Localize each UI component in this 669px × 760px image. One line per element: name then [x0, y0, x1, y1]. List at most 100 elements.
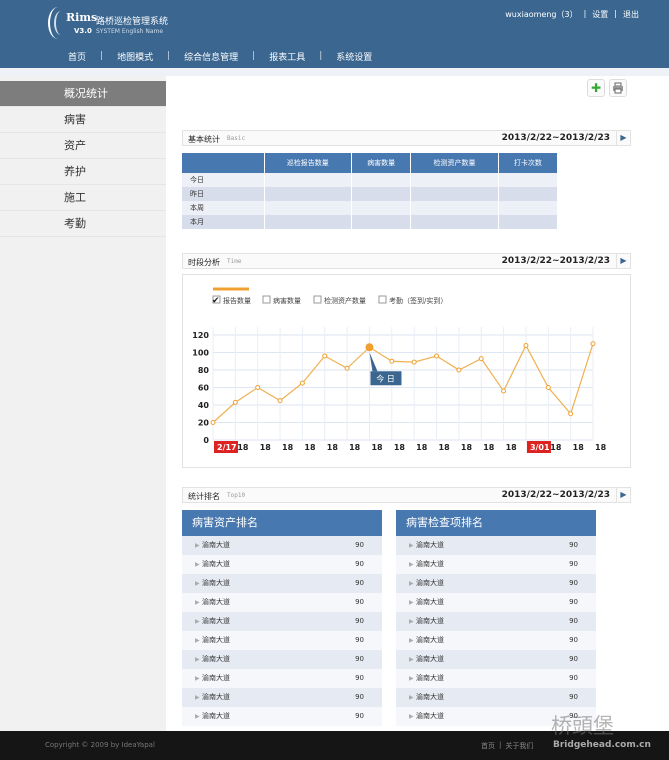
rank-value: 90 — [355, 674, 364, 682]
rank-row[interactable]: ▶ 渝南大道 90 — [182, 593, 382, 612]
x-tick-label: 18 — [550, 443, 562, 452]
rank-row[interactable]: ▶ 渝南大道 90 — [396, 593, 596, 612]
y-tick-label: 80 — [198, 366, 210, 375]
row-arrow-icon: ▶ — [409, 618, 414, 625]
data-point — [389, 358, 395, 364]
rank-row[interactable]: ▶ 渝南大道 90 — [182, 650, 382, 669]
copyright: Copyright © 2009 by IdeaYapal — [45, 741, 155, 749]
settings-link[interactable]: 设置 — [592, 9, 608, 20]
rank-value: 90 — [569, 617, 578, 625]
rank-row[interactable]: ▶ 渝南大道 90 — [182, 688, 382, 707]
rank-row[interactable]: ▶ 渝南大道 90 — [396, 536, 596, 555]
legend-checkbox — [262, 295, 271, 304]
row-arrow-icon: ▶ — [195, 599, 200, 606]
legend-label: 检测资产数量 — [324, 296, 366, 305]
data-point — [277, 398, 283, 404]
x-tick-label: 3/01 — [530, 443, 550, 452]
x-tick-label: 18 — [371, 443, 383, 452]
rank-title: 病害资产排名 — [182, 510, 382, 536]
system-subtitle: SYSTEM English Name — [96, 28, 164, 35]
footer-link-about[interactable]: 关于我们 — [505, 741, 533, 751]
table-header: 打卡次数 — [498, 153, 559, 173]
data-point — [523, 343, 529, 348]
sidebar-item-assets[interactable]: 资产 — [0, 133, 166, 159]
watermark-url: Bridgehead.com.cn — [553, 740, 651, 750]
table-row: 今日 — [182, 173, 559, 187]
table-row: 本周 — [182, 201, 559, 215]
print-icon[interactable] — [609, 79, 627, 97]
watermark-logo: 桥頭堡 — [551, 714, 614, 738]
table-header: 检测资产数量 — [410, 153, 499, 173]
rank-name: 渝南大道 — [416, 560, 444, 568]
data-point — [365, 343, 374, 352]
row-label: 本月 — [182, 215, 265, 229]
nav-info[interactable]: 综合信息管理 — [170, 50, 252, 63]
sidebar-item-overview[interactable]: 概况统计 — [0, 81, 166, 107]
sidebar-item-disease[interactable]: 病害 — [0, 107, 166, 133]
add-icon[interactable]: ✚ — [587, 79, 605, 97]
logout-link[interactable]: 退出 — [623, 9, 639, 20]
rank-row[interactable]: ▶ 渝南大道 90 — [182, 574, 382, 593]
line-chart: ✔ 报告数量 病害数量 检测资产数量 考勤（签到/实到） 0 20 40 60 80 100 120 今… — [192, 287, 607, 453]
x-tick-label: 18 — [394, 443, 406, 452]
rank-value: 90 — [355, 617, 364, 625]
rank-value: 90 — [569, 598, 578, 606]
rank-row[interactable]: ▶ 渝南大道 90 — [396, 574, 596, 593]
rank-value: 90 — [569, 655, 578, 663]
sidebar-item-maintenance[interactable]: 养护 — [0, 159, 166, 185]
sidebar-item-construction[interactable]: 施工 — [0, 185, 166, 211]
data-point — [299, 380, 305, 386]
rank-name: 渝南大道 — [202, 598, 230, 606]
data-point — [590, 341, 596, 347]
section-subtitle: Top10 — [227, 492, 246, 499]
rank-value: 90 — [569, 636, 578, 644]
rank-row[interactable]: ▶ 渝南大道 90 — [396, 650, 596, 669]
rank-row[interactable]: ▶ 渝南大道 90 — [396, 555, 596, 574]
row-arrow-icon: ▶ — [409, 542, 414, 549]
x-tick-label: 18 — [260, 443, 272, 452]
rank-row[interactable]: ▶ 渝南大道 90 — [182, 612, 382, 631]
x-tick-label: 18 — [439, 443, 451, 452]
rank-row[interactable]: ▶ 渝南大道 90 — [396, 669, 596, 688]
row-arrow-icon: ▶ — [409, 675, 414, 682]
rank-row[interactable]: ▶ 渝南大道 90 — [396, 688, 596, 707]
rank-name: 渝南大道 — [202, 693, 230, 701]
time-analysis-header: 时段分析 Time 2013/2/22~2013/2/23 ▶ — [182, 253, 631, 269]
data-point — [568, 411, 574, 417]
row-arrow-icon: ▶ — [195, 561, 200, 568]
nav-reports[interactable]: 报表工具 — [255, 50, 319, 63]
row-arrow-icon: ▶ — [409, 599, 414, 606]
rank-name: 渝南大道 — [202, 541, 230, 549]
nav-map[interactable]: 地图模式 — [103, 50, 167, 63]
user-name[interactable]: wuxiaomeng（3） — [505, 9, 577, 20]
rank-name: 渝南大道 — [202, 712, 230, 720]
row-arrow-icon: ▶ — [409, 561, 414, 568]
nav-home[interactable]: 首页 — [0, 50, 100, 63]
footer-link-home[interactable]: 首页 — [481, 741, 495, 751]
rank-value: 90 — [569, 579, 578, 587]
x-tick-label: 18 — [349, 443, 361, 452]
rank-value: 90 — [355, 579, 364, 587]
rank-row[interactable]: ▶ 渝南大道 90 — [182, 707, 382, 726]
rank-row[interactable]: ▶ 渝南大道 90 — [182, 669, 382, 688]
expand-arrow-icon[interactable]: ▶ — [616, 131, 630, 145]
data-point — [411, 359, 417, 365]
nav-settings[interactable]: 系统设置 — [322, 50, 386, 63]
rank-row[interactable]: ▶ 渝南大道 90 — [396, 631, 596, 650]
rank-title: 病害检查项排名 — [396, 510, 596, 536]
y-tick-label: 60 — [198, 384, 210, 393]
row-arrow-icon: ▶ — [195, 580, 200, 587]
rank-name: 渝南大道 — [416, 693, 444, 701]
rank-row[interactable]: ▶ 渝南大道 90 — [182, 555, 382, 574]
expand-arrow-icon[interactable]: ▶ — [616, 254, 630, 268]
rank-value: 90 — [355, 541, 364, 549]
rank-row[interactable]: ▶ 渝南大道 90 — [182, 631, 382, 650]
row-arrow-icon: ▶ — [409, 637, 414, 644]
rank-row[interactable]: ▶ 渝南大道 90 — [396, 612, 596, 631]
rank-value: 90 — [355, 655, 364, 663]
rank-row[interactable]: ▶ 渝南大道 90 — [182, 536, 382, 555]
x-tick-label: 18 — [237, 443, 249, 452]
expand-arrow-icon[interactable]: ▶ — [616, 488, 630, 502]
header: Rims 路桥巡检管理系统 V3.0 SYSTEM English Name w… — [0, 0, 669, 68]
sidebar-item-attendance[interactable]: 考勤 — [0, 211, 166, 237]
